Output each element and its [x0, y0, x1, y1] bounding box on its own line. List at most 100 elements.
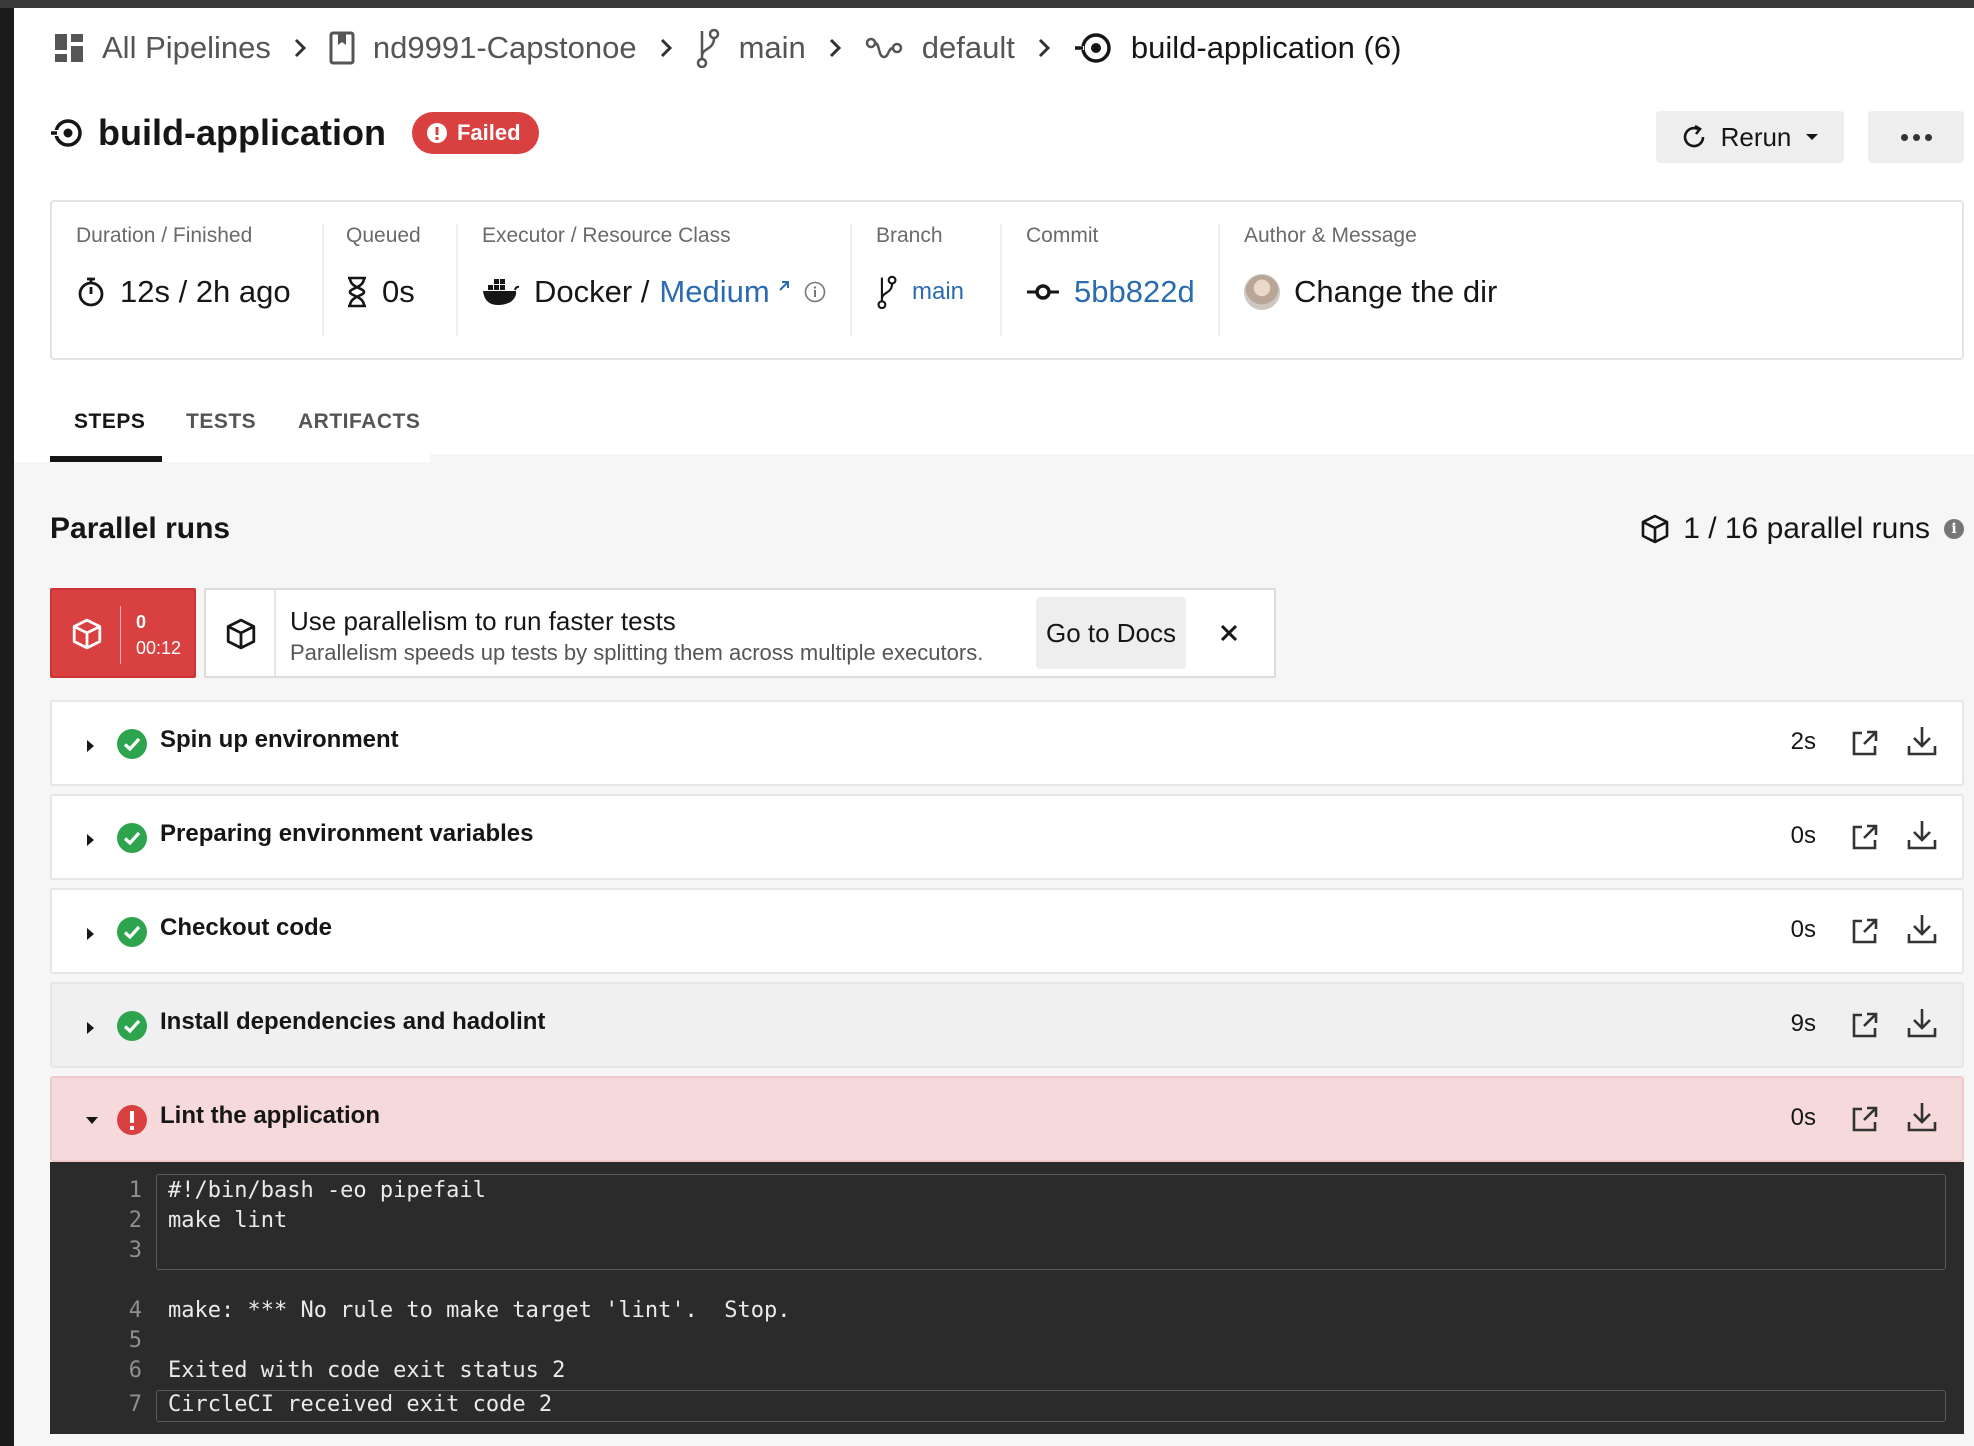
- commit-message: Change the dir: [1294, 274, 1498, 309]
- breadcrumb-label: build-application (6): [1130, 30, 1402, 65]
- commit-link[interactable]: 5bb822d: [1074, 274, 1195, 310]
- info-circle-icon[interactable]: i: [1944, 519, 1964, 539]
- window-top-edge: [0, 0, 1974, 8]
- tab-artifacts[interactable]: ARTIFACTS: [298, 410, 420, 434]
- tab-steps[interactable]: STEPS: [74, 410, 145, 434]
- external-link-icon[interactable]: [1850, 728, 1880, 758]
- chevron-right-icon: [828, 37, 842, 59]
- line-number: 3: [128, 1238, 142, 1263]
- job-info-card: Duration / Finished 12s / 2h ago Queued …: [50, 200, 1964, 360]
- branch-icon: [876, 275, 898, 309]
- breadcrumb-workflow[interactable]: default: [864, 30, 1015, 66]
- caret-right-icon[interactable]: [84, 832, 96, 848]
- step-name: Checkout code: [160, 914, 333, 941]
- line-number: 7: [128, 1392, 142, 1417]
- avatar[interactable]: [1244, 274, 1280, 310]
- step-name: Lint the application: [160, 1102, 380, 1129]
- branch-link[interactable]: main: [912, 278, 964, 306]
- parallelism-promo: Use parallelism to run faster tests Para…: [204, 588, 1276, 678]
- queued-column: Queued 0s: [346, 224, 421, 312]
- divider: [1000, 224, 1002, 336]
- log-line: 6 Exited with code exit status 2: [50, 1358, 1964, 1386]
- download-icon[interactable]: [1906, 818, 1938, 852]
- parallel-run-0[interactable]: 0 00:12: [50, 588, 196, 678]
- more-actions-button[interactable]: [1868, 111, 1964, 163]
- caret-down-icon[interactable]: [84, 1114, 100, 1126]
- external-link-icon[interactable]: [1850, 822, 1880, 852]
- close-icon[interactable]: [1212, 616, 1246, 650]
- download-icon[interactable]: [1906, 1006, 1938, 1040]
- step-name: Preparing environment variables: [160, 820, 534, 847]
- breadcrumb-branch[interactable]: main: [695, 28, 806, 68]
- refresh-icon: [1681, 124, 1707, 150]
- line-number: 2: [128, 1208, 142, 1233]
- promo-title: Use parallelism to run faster tests: [290, 606, 676, 636]
- branch-value-row: main: [876, 272, 964, 312]
- error-icon: [116, 1104, 148, 1136]
- download-icon[interactable]: [1906, 724, 1938, 758]
- chevron-right-icon: [1037, 37, 1051, 59]
- resource-class-link[interactable]: Medium: [659, 274, 769, 310]
- download-icon[interactable]: [1906, 912, 1938, 946]
- step-duration: 0s: [1790, 916, 1816, 943]
- hourglass-icon: [346, 276, 368, 308]
- breadcrumb-label: All Pipelines: [102, 30, 271, 65]
- check-circle-icon: [116, 822, 148, 854]
- go-to-docs-button[interactable]: Go to Docs: [1036, 597, 1186, 669]
- chevron-right-icon: [659, 37, 673, 59]
- step-duration: 0s: [1790, 822, 1816, 849]
- step-row[interactable]: Lint the application 0s: [50, 1076, 1964, 1162]
- caret-down-icon: [1805, 132, 1819, 142]
- log-text: #!/bin/bash -eo pipefail: [168, 1178, 486, 1203]
- download-icon[interactable]: [1906, 1100, 1938, 1134]
- breadcrumb-current-job: build-application (6): [1073, 30, 1402, 66]
- step-log-output: 1 #!/bin/bash -eo pipefail 2 make lint 3 4 mak…: [50, 1162, 1964, 1434]
- step-row[interactable]: Checkout code 0s: [50, 888, 1964, 974]
- job-icon: [1073, 31, 1113, 65]
- duration-value: 12s / 2h ago: [120, 274, 291, 309]
- more-dot: [1912, 133, 1920, 141]
- info-circle-icon[interactable]: [804, 281, 826, 303]
- step-row[interactable]: Install dependencies and hadolint 9s: [50, 982, 1964, 1068]
- line-number: 4: [128, 1298, 142, 1323]
- breadcrumb-all-pipelines[interactable]: All Pipelines: [54, 30, 271, 66]
- breadcrumb: All Pipelines nd9991-Capstonoe main defa…: [54, 26, 1401, 70]
- window-left-edge: [0, 0, 14, 1446]
- divider: [120, 606, 121, 664]
- rerun-button[interactable]: Rerun: [1656, 111, 1844, 163]
- log-text: make: *** No rule to make target 'lint'.…: [168, 1298, 791, 1323]
- line-number: 1: [128, 1178, 142, 1203]
- external-arrow-icon: [778, 280, 790, 292]
- external-link-icon[interactable]: [1850, 1010, 1880, 1040]
- line-number: 5: [128, 1328, 142, 1353]
- log-line: 7 CircleCI received exit code 2: [50, 1392, 1964, 1420]
- tab-tests[interactable]: TESTS: [186, 410, 256, 434]
- promo-subtitle: Parallelism speeds up tests by splitting…: [290, 640, 984, 665]
- step-row[interactable]: Preparing environment variables 0s: [50, 794, 1964, 880]
- caret-right-icon[interactable]: [84, 926, 96, 942]
- queued-value: 0s: [382, 274, 415, 309]
- alert-icon: [426, 122, 448, 144]
- commit-icon: [1026, 282, 1060, 302]
- cube-icon: [72, 618, 102, 650]
- log-line: 1 #!/bin/bash -eo pipefail: [50, 1178, 1964, 1206]
- caret-right-icon[interactable]: [84, 738, 96, 754]
- log-line: 2 make lint: [50, 1208, 1964, 1236]
- run-time: 00:12: [136, 638, 182, 658]
- caret-right-icon[interactable]: [84, 1020, 96, 1036]
- divider: [850, 224, 852, 336]
- job-header: build-application Failed: [50, 112, 539, 154]
- status-label: Failed: [456, 120, 521, 145]
- parallel-count-text: 1 / 16 parallel runs: [1683, 512, 1930, 545]
- step-row[interactable]: Spin up environment 2s: [50, 700, 1964, 786]
- duration-column: Duration / Finished 12s / 2h ago: [76, 224, 291, 312]
- author-value-row: Change the dir: [1244, 272, 1497, 312]
- dashboard-icon: [54, 33, 84, 63]
- breadcrumb-project[interactable]: nd9991-Capstonoe: [329, 30, 637, 66]
- author-label: Author & Message: [1244, 224, 1417, 247]
- divider: [456, 224, 458, 336]
- external-link-icon[interactable]: [1850, 916, 1880, 946]
- external-link-icon[interactable]: [1850, 1104, 1880, 1134]
- divider: [1218, 224, 1220, 336]
- step-duration: 0s: [1790, 1104, 1816, 1131]
